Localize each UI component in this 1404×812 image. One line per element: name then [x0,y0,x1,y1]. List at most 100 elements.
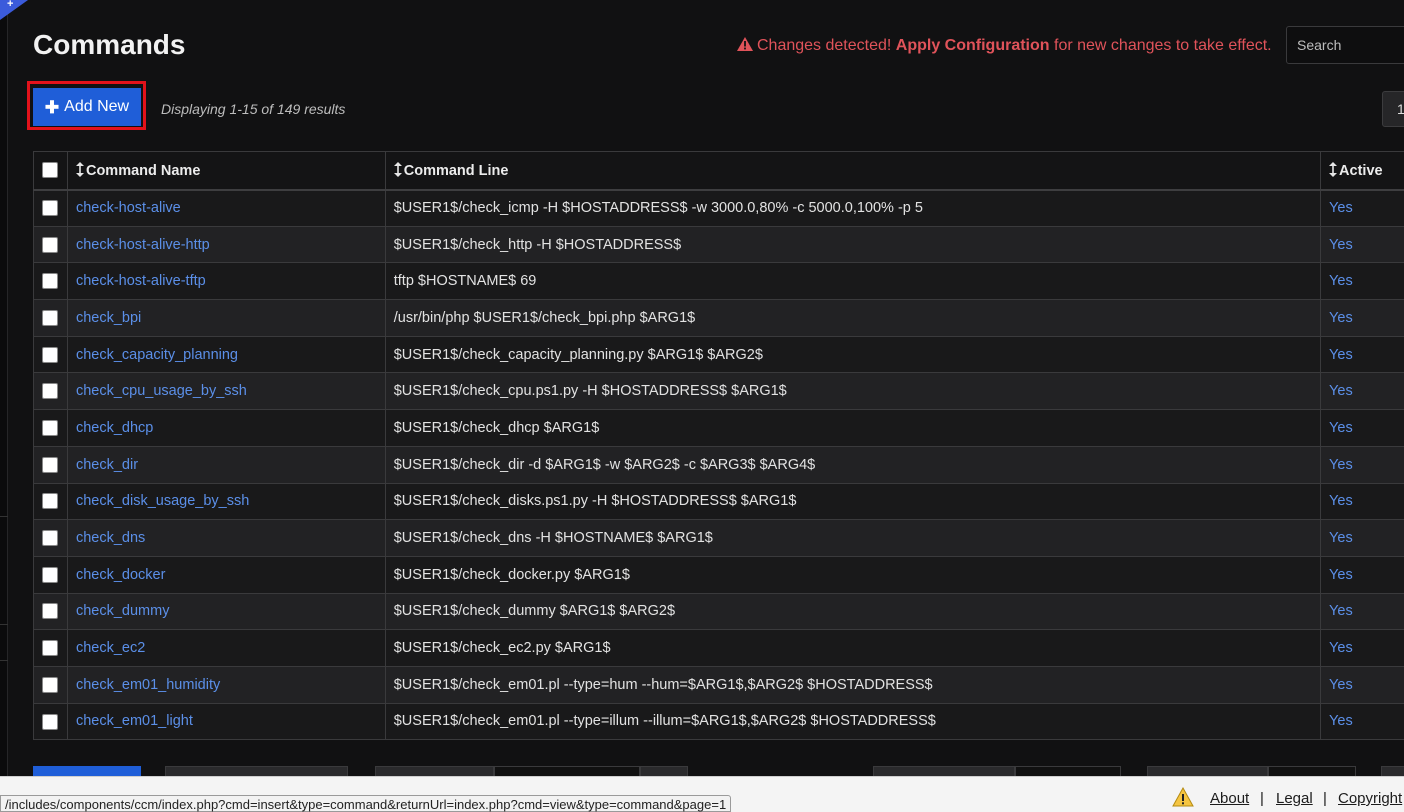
row-checkbox[interactable] [42,566,59,583]
left-rail [0,0,8,776]
alert-suffix: for new changes to take effect. [1054,37,1272,54]
footer-copyright-link[interactable]: Copyright [1338,790,1402,807]
table-row: check_bpi/usr/bin/php $USER1$/check_bpi.… [33,299,1404,337]
table-row: check_capacity_planning $USER1$/check_cap… [33,335,1404,374]
table-header-row: Command Name Command Line Active [33,151,1404,191]
active-toggle-link[interactable]: Yes [1329,457,1353,473]
select-all-checkbox[interactable] [42,162,59,179]
command-name-link[interactable]: check_cpu_usage_by_ssh [76,383,247,399]
command-line-cell: $USER1$/check_icmp -H $HOSTADDRESS$ -w 3… [384,189,1322,227]
column-header-command-name[interactable]: Command Name [66,151,386,191]
row-checkbox[interactable] [42,273,59,290]
active-toggle-link[interactable]: Yes [1329,713,1353,729]
command-line-cell: tftp $HOSTNAME$ 69 [384,262,1322,301]
command-line-cell: $USER1$/check_http -H $HOSTADDRESS$ [384,225,1322,264]
row-checkbox[interactable] [42,200,59,217]
command-line-cell: $USER1$/check_ec2.py $ARG1$ [384,629,1322,667]
command-line-cell: $USER1$/check_docker.py $ARG1$ [384,555,1322,594]
command-name-link[interactable]: check-host-alive-http [76,237,210,253]
command-line-cell: $USER1$/check_dhcp $ARG1$ [384,409,1322,447]
row-checkbox[interactable] [42,383,59,400]
table-row: check_dir $USER1$/check_dir -d $ARG1$ -w … [33,445,1404,484]
command-name-link[interactable]: check_ec2 [76,640,145,656]
command-name-link[interactable]: check_em01_light [76,713,193,729]
results-count: Displaying 1-15 of 149 results [161,101,346,117]
column-label: Active [1339,162,1383,179]
command-name-link[interactable]: check_em01_humidity [76,677,220,693]
command-line-cell: $USER1$/check_em01.pl --type=illum --ill… [384,702,1322,741]
row-checkbox[interactable] [42,309,59,326]
row-checkbox[interactable] [42,346,59,363]
table-row: check_ec2 $USER1$/check_ec2.py $ARG1$ Yes [33,629,1404,667]
row-checkbox[interactable] [42,236,59,253]
warning-icon[interactable] [1172,787,1194,807]
row-checkbox[interactable] [42,676,59,693]
active-toggle-link[interactable]: Yes [1329,677,1353,693]
active-toggle-link[interactable]: Yes [1329,567,1353,583]
command-name-link[interactable]: check_docker [76,567,165,583]
table-row: check_dns $USER1$/check_dns -H $HOSTNAME$… [33,519,1404,557]
row-checkbox[interactable] [42,530,59,547]
row-checkbox[interactable] [42,603,59,620]
command-line-cell: $USER1$/check_disks.ps1.py -H $HOSTADDRE… [384,482,1322,521]
apply-configuration-link[interactable]: Apply Configuration [896,37,1050,54]
page-number-input[interactable]: 1 [1382,91,1404,127]
row-checkbox[interactable] [42,713,59,730]
warning-icon [737,37,753,51]
table-row: check_docker $USER1$/check_docker.py $ARG… [33,555,1404,594]
table-row: check-host-alive-http $USER1$/check_http … [33,225,1404,264]
row-checkbox[interactable] [42,420,59,437]
command-name-link[interactable]: check-host-alive [76,200,181,216]
page-title: Commands [33,29,186,60]
status-bar-url: /includes/components/ccm/index.php?cmd=i… [0,795,732,812]
active-toggle-link[interactable]: Yes [1329,237,1353,253]
command-name-link[interactable]: check_dhcp [76,420,153,436]
table-body: check-host-alive $USER1$/check_icmp -H $H… [33,189,1404,741]
alert-prefix: Changes detected! [757,37,892,54]
app-root: + Commands Changes detected! Apply Confi… [0,0,1404,812]
active-toggle-link[interactable]: Yes [1329,383,1353,399]
search-input[interactable] [1286,26,1404,64]
add-new-button[interactable]: ✚ Add New [33,88,141,126]
command-line-cell: $USER1$/check_dummy $ARG1$ $ARG2$ [384,592,1322,631]
active-toggle-link[interactable]: Yes [1329,493,1353,509]
command-name-link[interactable]: check_dummy [76,603,169,619]
column-header-command-line[interactable]: Command Line [384,151,1322,191]
command-name-link[interactable]: check_disk_usage_by_ssh [76,493,249,509]
corner-expand-tab[interactable]: + [0,0,28,20]
footer-separator: | [1323,790,1327,807]
command-name-link[interactable]: check-host-alive-tftp [76,273,206,289]
command-line-cell: $USER1$/check_em01.pl --type=hum --hum=$… [384,665,1322,704]
active-toggle-link[interactable]: Yes [1329,603,1353,619]
column-header-active[interactable]: Active [1320,151,1404,191]
command-name-link[interactable]: check_bpi [76,310,141,326]
table-row: check_dhcp $USER1$/check_dhcp $ARG1$ Yes [33,409,1404,447]
command-name-link[interactable]: check_dns [76,530,145,546]
active-toggle-link[interactable]: Yes [1329,310,1353,326]
command-line-cell: /usr/bin/php $USER1$/check_bpi.php $ARG1… [384,299,1322,337]
table-row: check_disk_usage_by_ssh $USER1$/check_dis… [33,482,1404,521]
column-label: Command Name [85,162,201,179]
plus-icon: ✚ [44,97,60,117]
active-toggle-link[interactable]: Yes [1329,420,1353,436]
column-label: Command Line [403,162,509,179]
footer-separator: | [1260,790,1264,807]
active-toggle-link[interactable]: Yes [1329,273,1353,289]
active-toggle-link[interactable]: Yes [1329,640,1353,656]
sort-icon [1329,161,1338,177]
commands-table: Command Name Command Line Active check-h… [33,151,1404,741]
command-line-cell: $USER1$/check_capacity_planning.py $ARG1… [384,335,1322,374]
row-checkbox[interactable] [42,456,59,473]
command-name-link[interactable]: check_dir [76,457,138,473]
plus-icon: + [7,0,14,10]
active-toggle-link[interactable]: Yes [1329,530,1353,546]
row-checkbox[interactable] [42,640,59,657]
command-name-link[interactable]: check_capacity_planning [76,347,238,363]
active-toggle-link[interactable]: Yes [1329,347,1353,363]
table-row: check-host-alive $USER1$/check_icmp -H $H… [33,189,1404,227]
footer-about-link[interactable]: About [1210,790,1249,807]
add-new-label: Add New [64,98,130,115]
active-toggle-link[interactable]: Yes [1329,200,1353,216]
row-checkbox[interactable] [42,493,59,510]
footer-legal-link[interactable]: Legal [1276,790,1313,807]
